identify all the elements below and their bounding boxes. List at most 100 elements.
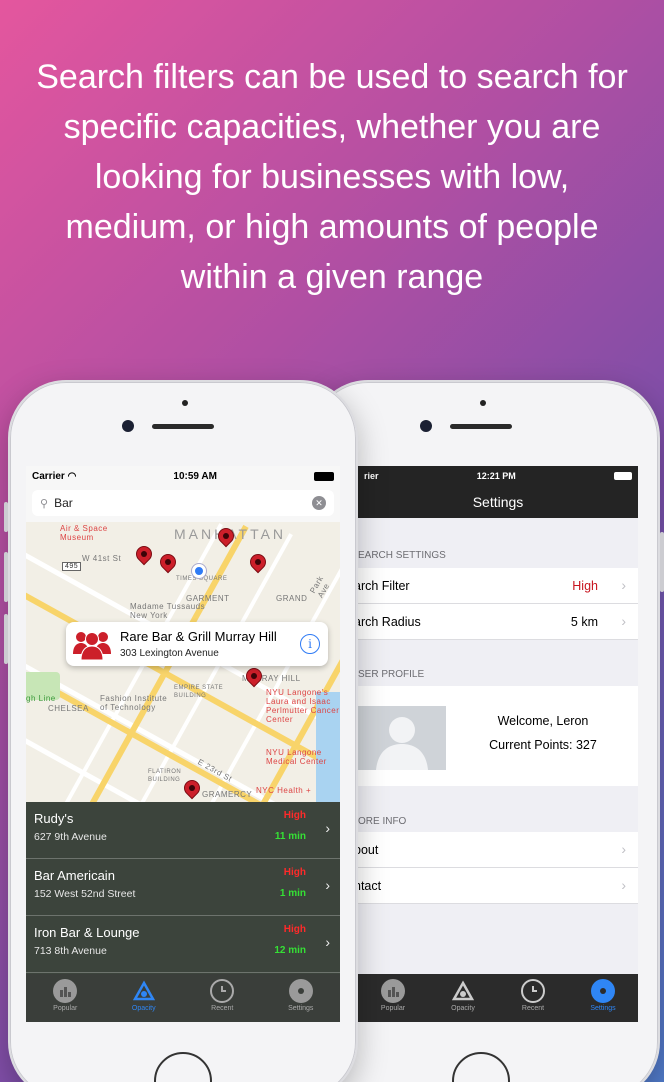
travel-time: 11 min xyxy=(274,831,306,842)
current-location-dot xyxy=(192,564,206,578)
tab-recent[interactable]: Recent xyxy=(498,974,568,1022)
map-label-air-space: Air & Space Museum xyxy=(60,524,108,542)
popular-tab-icon xyxy=(381,979,405,1003)
business-callout[interactable]: Rare Bar & Grill Murray Hill 303 Lexingt… xyxy=(66,622,328,666)
map-label-tussauds: Madame Tussauds New York xyxy=(130,602,206,620)
current-points: Current Points: 327 xyxy=(489,738,597,752)
results-list: Rudy's 627 9th Avenue High 11 min › Bar … xyxy=(26,802,340,974)
list-item[interactable]: Iron Bar & Lounge 713 8th Avenue High 12… xyxy=(26,916,340,973)
search-filter-value: High xyxy=(572,579,598,593)
search-filter-row[interactable]: arch Filter High › xyxy=(358,568,638,604)
tab-popular[interactable]: Popular xyxy=(26,974,105,1022)
about-row[interactable]: bout › xyxy=(358,832,638,868)
contact-row[interactable]: ntact › xyxy=(358,868,638,904)
chevron-right-icon: › xyxy=(325,877,330,893)
map-label-flatiron: FLATIRON BUILDING xyxy=(148,769,182,783)
contact-label: ntact xyxy=(358,879,382,893)
travel-time: 12 min xyxy=(274,945,306,956)
map-label-w41: W 41st St xyxy=(82,554,122,563)
wifi-icon: ◠ xyxy=(67,470,77,482)
earpiece-speaker xyxy=(152,424,214,429)
settings-screen: rier 12:21 PM Settings EARCH SETTINGS ar… xyxy=(358,466,638,1022)
home-button[interactable] xyxy=(452,1052,510,1082)
user-profile-card: Welcome, Leron Current Points: 327 xyxy=(358,686,638,786)
search-filter-label: arch Filter xyxy=(358,579,410,593)
route-495-shield: 495 xyxy=(62,562,82,571)
tab-opacity[interactable]: Opacity xyxy=(105,974,184,1022)
volume-down-button xyxy=(4,614,8,664)
map-pin-icon[interactable] xyxy=(242,664,266,694)
popular-tab-icon xyxy=(53,979,78,1003)
search-input-value: Bar xyxy=(54,496,73,510)
capacity-label: High xyxy=(283,810,306,821)
front-camera xyxy=(122,420,134,432)
map-phone: Carrier ◠ 10:59 AM ⚲ Bar ✕ MA xyxy=(4,380,358,1082)
volume-up-button xyxy=(4,552,8,602)
settings-tab-icon xyxy=(591,979,615,1003)
map-pin-icon[interactable] xyxy=(156,550,180,580)
tab-settings[interactable]: Settings xyxy=(568,974,638,1022)
callout-title: Rare Bar & Grill Murray Hill xyxy=(120,629,277,644)
business-name: Bar Americain xyxy=(34,868,115,883)
search-radius-label: arch Radius xyxy=(358,615,421,629)
map-pin-icon[interactable] xyxy=(246,550,270,580)
status-time: 12:21 PM xyxy=(476,471,516,481)
people-icon xyxy=(72,628,112,661)
callout-address: 303 Lexington Avenue xyxy=(120,648,219,659)
chevron-right-icon: › xyxy=(621,841,626,857)
navigation-bar: rier 12:21 PM Settings xyxy=(358,466,638,518)
battery-icon xyxy=(314,471,334,481)
business-name: Iron Bar & Lounge xyxy=(34,925,140,940)
headline: Search filters can be used to search for… xyxy=(36,58,628,296)
user-profile-header: SER PROFILE xyxy=(358,669,425,680)
chevron-right-icon: › xyxy=(325,934,330,950)
tab-settings[interactable]: Settings xyxy=(262,974,341,1022)
map-pin-icon[interactable] xyxy=(180,776,204,802)
chevron-right-icon: › xyxy=(621,577,626,593)
map-label-fashion: Fashion Institute of Technology xyxy=(100,694,168,712)
carrier-label: Carrier ◠ xyxy=(32,470,77,482)
business-address: 627 9th Avenue xyxy=(34,831,107,843)
map-view[interactable]: MANHATTAN Air & Space Museum W 41st St T… xyxy=(26,522,340,802)
tab-popular[interactable]: Popular xyxy=(358,974,428,1022)
proximity-sensor xyxy=(182,400,188,406)
business-address: 713 8th Avenue xyxy=(34,945,107,957)
earpiece-speaker xyxy=(450,424,512,429)
search-settings-header: EARCH SETTINGS xyxy=(358,550,446,561)
settings-phone: rier 12:21 PM Settings EARCH SETTINGS ar… xyxy=(310,380,664,1082)
tab-bar: Popular Opacity Recent Settings xyxy=(26,974,340,1022)
tab-opacity[interactable]: Opacity xyxy=(428,974,498,1022)
map-label-high-line: gh Line xyxy=(26,694,56,703)
settings-tab-icon xyxy=(288,979,313,1003)
tab-recent[interactable]: Recent xyxy=(183,974,262,1022)
search-header: Carrier ◠ 10:59 AM ⚲ Bar ✕ xyxy=(26,466,340,522)
opacity-tab-icon xyxy=(451,979,475,1003)
list-item[interactable]: Rudy's 627 9th Avenue High 11 min › xyxy=(26,802,340,859)
battery-icon xyxy=(613,472,632,480)
map-label-chelsea: CHELSEA xyxy=(48,704,89,713)
map-label-gramercy: GRAMERCY xyxy=(202,790,253,799)
search-radius-row[interactable]: arch Radius 5 km › xyxy=(358,604,638,640)
recent-tab-icon xyxy=(210,979,235,1003)
tab-bar: Popular Opacity Recent Settings xyxy=(358,974,638,1022)
list-item[interactable]: Bar Americain 152 West 52nd Street High … xyxy=(26,859,340,916)
search-input[interactable]: ⚲ Bar ✕ xyxy=(32,490,334,516)
clear-icon[interactable]: ✕ xyxy=(312,496,326,510)
front-camera xyxy=(420,420,432,432)
opacity-tab-icon xyxy=(132,979,156,1003)
map-label-nyc-health: NYC Health + xyxy=(256,786,312,795)
proximity-sensor xyxy=(480,400,486,406)
home-button[interactable] xyxy=(154,1052,212,1082)
capacity-label: High xyxy=(283,867,306,878)
map-label-nyu-medical: NYU Langone Medical Center xyxy=(266,748,327,766)
map-label-nyu-langone: NYU Langone's Laura and Isaac Perlmutter… xyxy=(266,688,340,724)
status-time: 10:59 AM xyxy=(173,470,217,482)
business-name: Rudy's xyxy=(34,811,74,826)
map-pin-icon[interactable] xyxy=(214,524,238,554)
search-radius-value: 5 km xyxy=(570,615,598,629)
map-pin-icon[interactable] xyxy=(132,542,156,572)
info-icon[interactable]: i xyxy=(300,634,320,654)
business-address: 152 West 52nd Street xyxy=(34,888,136,900)
map-label-grand: GRAND xyxy=(276,594,308,603)
welcome-text: Welcome, Leron xyxy=(497,714,589,728)
